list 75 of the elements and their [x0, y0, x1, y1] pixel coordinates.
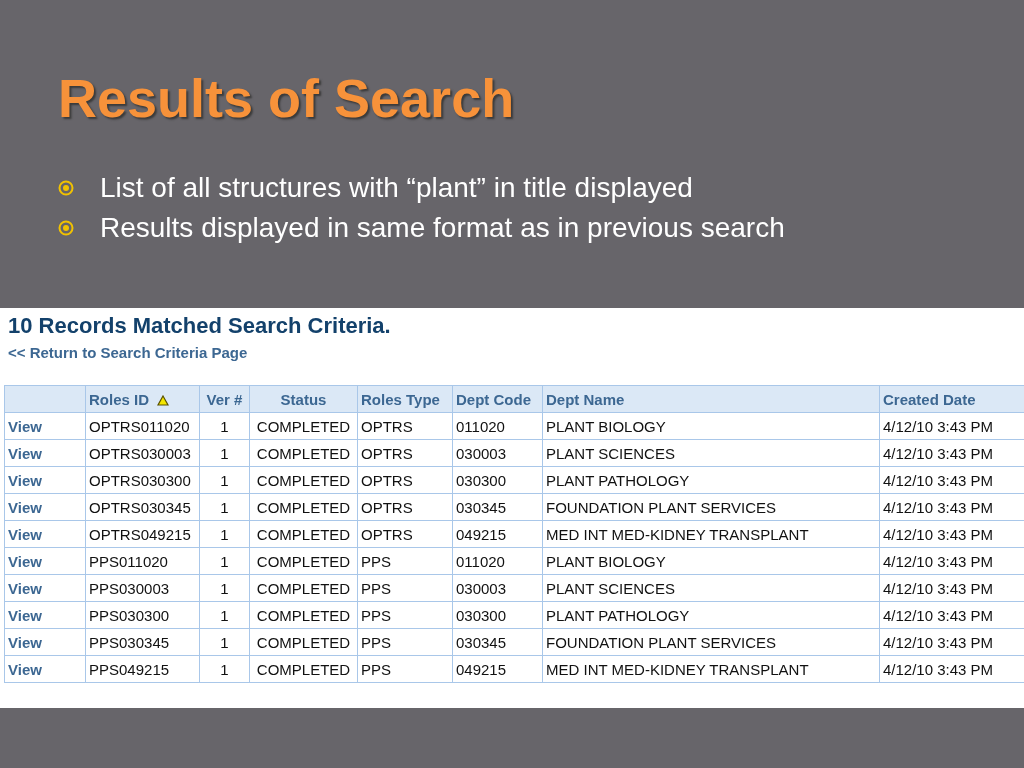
table-cell: MED INT MED-KIDNEY TRANSPLANT: [542, 655, 880, 683]
table-cell: PPS011020: [85, 547, 200, 575]
table-cell: 1: [199, 520, 250, 548]
table-cell: PPS030300: [85, 601, 200, 629]
table-cell: 1: [199, 628, 250, 656]
table-cell: OPTRS: [357, 439, 453, 467]
table-cell: 1: [199, 439, 250, 467]
table-cell: 049215: [452, 655, 543, 683]
table-cell: PLANT BIOLOGY: [542, 412, 880, 440]
table-cell: 030300: [452, 601, 543, 629]
sort-ascending-icon: [157, 395, 170, 407]
results-heading: 10 Records Matched Search Criteria.: [8, 312, 392, 340]
table-cell: 030003: [452, 439, 543, 467]
table-cell: 030003: [452, 574, 543, 602]
table-cell: COMPLETED: [249, 547, 358, 575]
bullet-icon: [58, 220, 74, 236]
table-cell: 1: [199, 412, 250, 440]
table-cell: PPS: [357, 547, 453, 575]
table-cell: PLANT BIOLOGY: [542, 547, 880, 575]
table-cell: OPTRS030003: [85, 439, 200, 467]
table-cell: 1: [199, 466, 250, 494]
table-cell: FOUNDATION PLANT SERVICES: [542, 493, 880, 521]
table-cell: OPTRS: [357, 493, 453, 521]
table-cell: 1: [199, 547, 250, 575]
column-header[interactable]: Dept Code: [452, 385, 543, 413]
table-cell: COMPLETED: [249, 574, 358, 602]
column-header[interactable]: Created Date: [879, 385, 1024, 413]
table-cell: PLANT SCIENCES: [542, 574, 880, 602]
table-cell: COMPLETED: [249, 412, 358, 440]
table-cell: COMPLETED: [249, 601, 358, 629]
table-cell: 1: [199, 655, 250, 683]
table-cell: 049215: [452, 520, 543, 548]
table-cell: OPTRS: [357, 466, 453, 494]
table-cell: COMPLETED: [249, 439, 358, 467]
table-cell: PPS: [357, 601, 453, 629]
return-link[interactable]: << Return to Search Criteria Page: [8, 344, 248, 361]
bullet-icon: [58, 180, 74, 196]
table-cell: COMPLETED: [249, 628, 358, 656]
table-cell: FOUNDATION PLANT SERVICES: [542, 628, 880, 656]
table-cell: PLANT PATHOLOGY: [542, 466, 880, 494]
table-cell: PPS: [357, 628, 453, 656]
table-cell: 011020: [452, 547, 543, 575]
bullet-text: List of all structures with “plant” in title displayed: [100, 171, 693, 205]
table-cell: OPTRS030300: [85, 466, 200, 494]
table-cell: OPTRS: [357, 412, 453, 440]
table-cell: OPTRS011020: [85, 412, 200, 440]
table-cell: COMPLETED: [249, 493, 358, 521]
bullet-text: Results displayed in same format as in previous search: [100, 211, 785, 245]
table-cell: PLANT SCIENCES: [542, 439, 880, 467]
column-header[interactable]: Roles ID: [85, 385, 200, 413]
table-cell: 1: [199, 493, 250, 521]
table-cell: COMPLETED: [249, 520, 358, 548]
column-header[interactable]: Ver #: [199, 385, 250, 413]
column-header[interactable]: Dept Name: [542, 385, 880, 413]
slide-title: Results of Search: [58, 67, 516, 130]
table-cell: PPS: [357, 574, 453, 602]
table-cell: 030345: [452, 628, 543, 656]
table-cell: OPTRS049215: [85, 520, 200, 548]
column-header[interactable]: Roles Type: [357, 385, 453, 413]
table-cell: PPS030003: [85, 574, 200, 602]
column-header[interactable]: Status: [249, 385, 358, 413]
table-cell: 030345: [452, 493, 543, 521]
table-cell: PPS049215: [85, 655, 200, 683]
table-cell: COMPLETED: [249, 466, 358, 494]
table-cell: OPTRS: [357, 520, 453, 548]
table-cell: PPS030345: [85, 628, 200, 656]
table-cell: PPS: [357, 655, 453, 683]
table-cell: 1: [199, 574, 250, 602]
table-cell: 011020: [452, 412, 543, 440]
table-cell: PLANT PATHOLOGY: [542, 601, 880, 629]
table-cell: 030300: [452, 466, 543, 494]
table-cell: 1: [199, 601, 250, 629]
table-cell: COMPLETED: [249, 655, 358, 683]
table-cell: OPTRS030345: [85, 493, 200, 521]
table-cell: MED INT MED-KIDNEY TRANSPLANT: [542, 520, 880, 548]
